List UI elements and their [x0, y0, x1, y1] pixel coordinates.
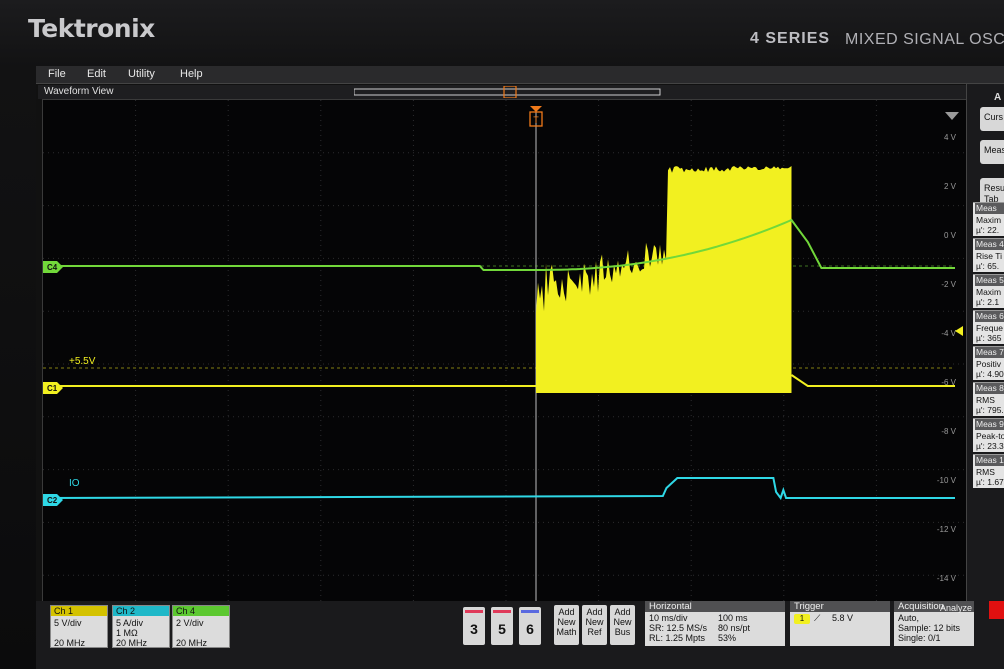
measurement-title: Meas 6	[975, 311, 1004, 322]
measurement-name: Positiv	[976, 359, 1001, 369]
add-new-bus-button[interactable]: Add New Bus	[610, 605, 635, 645]
menu-help[interactable]: Help	[180, 68, 203, 80]
record-position-bar[interactable]	[354, 86, 664, 98]
measurement-name: Maxim	[976, 215, 1001, 225]
stop-indicator[interactable]	[989, 601, 1004, 619]
add-new-math-button[interactable]: Add New Math	[554, 605, 579, 645]
bottom-settings-bar: Ch 1 5 V/div 20 MHz Ch 2 5 A/div 1 MΩ 20…	[36, 601, 1004, 669]
channel-6-button[interactable]: 6	[519, 607, 541, 645]
measurement-badge[interactable]: Meas 10RMSµ': 1.67	[973, 454, 1004, 488]
waveform-graticule[interactable]: T4 V2 V0 V -2 V -4 V -6 V -8 V -10 V -12 V -14 …	[42, 99, 968, 627]
ch2-trace	[43, 478, 955, 498]
results-panel-header: A	[994, 92, 1001, 103]
view-options-icon	[945, 112, 959, 120]
c1-marker-label: C1	[47, 384, 58, 393]
waveform-view-header: Waveform View	[38, 85, 966, 99]
measurement-value: µ': 4.90	[976, 369, 1004, 379]
measurement-badge[interactable]: Meas 8 RMS µ': 795.	[973, 382, 1004, 416]
measurement-title: Meas 5	[975, 275, 1004, 286]
v55-label: +5.5V	[69, 356, 96, 367]
series-label: 4 SERIES	[750, 30, 830, 48]
acquisition-settings-badge[interactable]: Acquisition Auto, Analyze Sample: 12 bit…	[894, 601, 974, 646]
waveform-canvas: T4 V2 V0 V-2 V-4 V-6 V-8 V-10 V-12 V-14 …	[43, 100, 969, 628]
measurement-value: µ': 795.	[976, 405, 1004, 415]
measurement-badge[interactable]: Meas 9 Peak-to µ': 23.3	[973, 418, 1004, 452]
measurement-name: Rise Ti	[976, 251, 1002, 261]
ch1-trace-right	[791, 375, 955, 386]
channel-5-button[interactable]: 5	[491, 607, 513, 645]
measurement-value: µ': 65.	[976, 261, 999, 271]
measurement-title: Meas	[975, 203, 1004, 214]
cursors-button[interactable]: Curs	[980, 107, 1004, 131]
ch1-burst-envelope	[536, 166, 791, 393]
menu-file[interactable]: File	[48, 68, 66, 80]
measurement-name: Peak-to	[976, 431, 1004, 441]
y-tick-label: 4 V	[944, 133, 957, 142]
measurement-value: µ': 23.3	[976, 441, 1004, 451]
channel-1-badge[interactable]: Ch 1 5 V/div 20 MHz	[50, 605, 108, 648]
menu-bar: File Edit Utility Help	[36, 66, 1004, 84]
y-tick-label: -12 V	[937, 525, 957, 534]
measure-button[interactable]: Meas	[980, 140, 1004, 164]
c2-marker-label: C2	[47, 496, 58, 505]
y-tick-label: 0 V	[944, 231, 957, 240]
y-tick-label: -10 V	[937, 476, 957, 485]
measurement-badge[interactable]: Meas 5 Maxim µ': 2.1	[973, 274, 1004, 308]
waveform-view-title: Waveform View	[44, 86, 113, 97]
measurement-value: µ': 1.67	[976, 477, 1004, 487]
menu-edit[interactable]: Edit	[87, 68, 106, 80]
y-tick-label: -2 V	[941, 280, 956, 289]
measurement-badge[interactable]: Meas 6 Freque µ': 365	[973, 310, 1004, 344]
measurement-badge[interactable]: Meas Maxim µ': 22.	[973, 202, 1004, 236]
menu-utility[interactable]: Utility	[128, 68, 155, 80]
model-label: MIXED SIGNAL OSCIL	[845, 31, 1004, 49]
measurement-title: Meas 7	[975, 347, 1004, 358]
io-label: IO	[69, 478, 80, 489]
trigger-source-badge: 1	[794, 614, 810, 624]
channel-3-button[interactable]: 3	[463, 607, 485, 645]
horizontal-settings-badge[interactable]: Horizontal 10 ms/div 100 ms SR: 12.5 MS/…	[645, 601, 785, 646]
c4-marker-label: C4	[47, 263, 58, 272]
channel-2-badge[interactable]: Ch 2 5 A/div 1 MΩ 20 MHz	[112, 605, 170, 648]
measurement-name: RMS	[976, 395, 995, 405]
trigger-level-arrow-icon	[955, 326, 963, 336]
y-tick-label: -8 V	[941, 427, 956, 436]
measurement-value: µ': 22.	[976, 225, 999, 235]
brand-logo: Tektronix	[28, 14, 155, 43]
scope-screen: File Edit Utility Help Waveform View T 4 …	[36, 66, 1004, 669]
measurement-value: µ': 365	[976, 333, 1001, 343]
y-tick-label: -4 V	[941, 329, 956, 338]
measurement-name: Freque	[976, 323, 1003, 333]
trigger-marker-label: T	[533, 115, 539, 125]
add-new-ref-button[interactable]: Add New Ref	[582, 605, 607, 645]
measurement-title: Meas 9	[975, 419, 1004, 430]
trigger-arrow-icon	[530, 106, 542, 112]
measurement-title: Meas 4	[975, 239, 1004, 250]
measurement-value: µ': 2.1	[976, 297, 999, 307]
trigger-settings-badge[interactable]: Trigger 1 ⟋ 5.8 V	[790, 601, 890, 646]
measurement-badge[interactable]: Meas 4 Rise Ti µ': 65.	[973, 238, 1004, 272]
measurement-name: Maxim	[976, 287, 1001, 297]
measurement-name: RMS	[976, 467, 995, 477]
channel-4-badge[interactable]: Ch 4 2 V/div 20 MHz	[172, 605, 230, 648]
ch4-trace	[43, 220, 955, 270]
y-tick-label: 2 V	[944, 182, 957, 191]
measurement-title: Meas 10	[975, 455, 1004, 466]
measurement-badge[interactable]: Meas 7 Positiv µ': 4.90	[973, 346, 1004, 380]
y-tick-label: -14 V	[937, 574, 957, 583]
measurement-title: Meas 8	[975, 383, 1004, 394]
